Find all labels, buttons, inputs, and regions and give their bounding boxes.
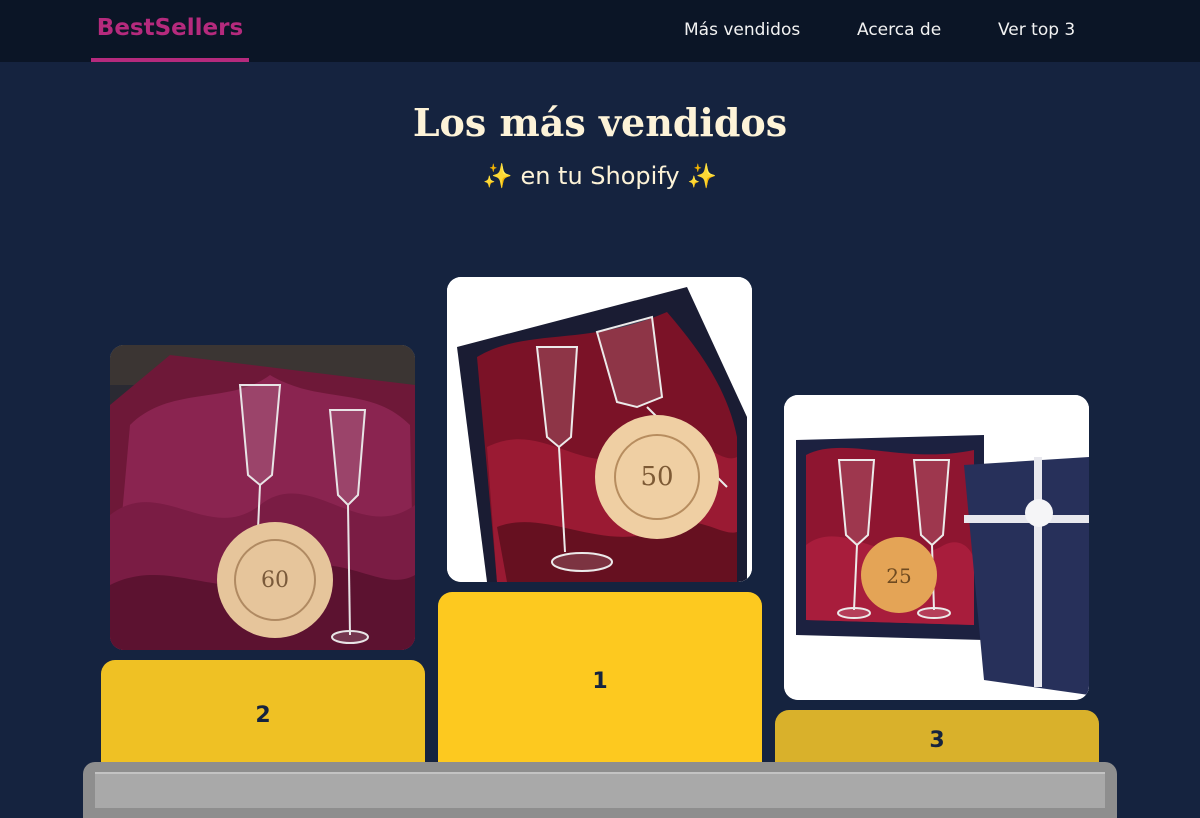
product-image-second[interactable]: 60 bbox=[110, 345, 415, 650]
subtitle-text: en tu Shopify bbox=[520, 162, 680, 190]
page-subtitle: ✨ en tu Shopify ✨ bbox=[0, 162, 1200, 190]
nav-link-acerca-de[interactable]: Acerca de bbox=[857, 20, 941, 40]
product-image-first[interactable]: 50 bbox=[447, 277, 752, 582]
podium-second-place: 2 bbox=[101, 660, 425, 770]
nav-link-mas-vendidos[interactable]: Más vendidos bbox=[684, 20, 800, 40]
sparkles-icon: ✨ bbox=[687, 162, 718, 190]
product-image-third[interactable]: 25 bbox=[784, 395, 1089, 700]
top-nav-bar: BestSellers Más vendidos Acerca de Ver t… bbox=[0, 0, 1200, 62]
svg-text:60: 60 bbox=[261, 568, 289, 593]
nav-link-ver-top-3[interactable]: Ver top 3 bbox=[998, 20, 1075, 40]
podium-base bbox=[83, 762, 1117, 818]
podium-first-place: 1 bbox=[438, 592, 762, 770]
podium-rank-label: 1 bbox=[592, 668, 608, 694]
wedding-glasses-gift-box-50-years-icon: 50 bbox=[447, 277, 752, 582]
svg-text:25: 25 bbox=[886, 564, 911, 588]
page-title: Los más vendidos bbox=[412, 100, 788, 145]
wedding-glasses-gift-box-25-years-icon: 25 bbox=[784, 395, 1089, 700]
svg-text:50: 50 bbox=[640, 462, 673, 492]
wedding-glasses-gift-box-60-years-icon: 60 bbox=[110, 345, 415, 650]
podium-rank-label: 3 bbox=[929, 727, 945, 753]
sparkles-icon: ✨ bbox=[482, 162, 513, 190]
brand-logo[interactable]: BestSellers bbox=[91, 0, 249, 62]
podium-base-step bbox=[95, 772, 1105, 808]
podium-rank-label: 2 bbox=[255, 702, 271, 728]
podium-third-place: 3 bbox=[775, 710, 1099, 770]
